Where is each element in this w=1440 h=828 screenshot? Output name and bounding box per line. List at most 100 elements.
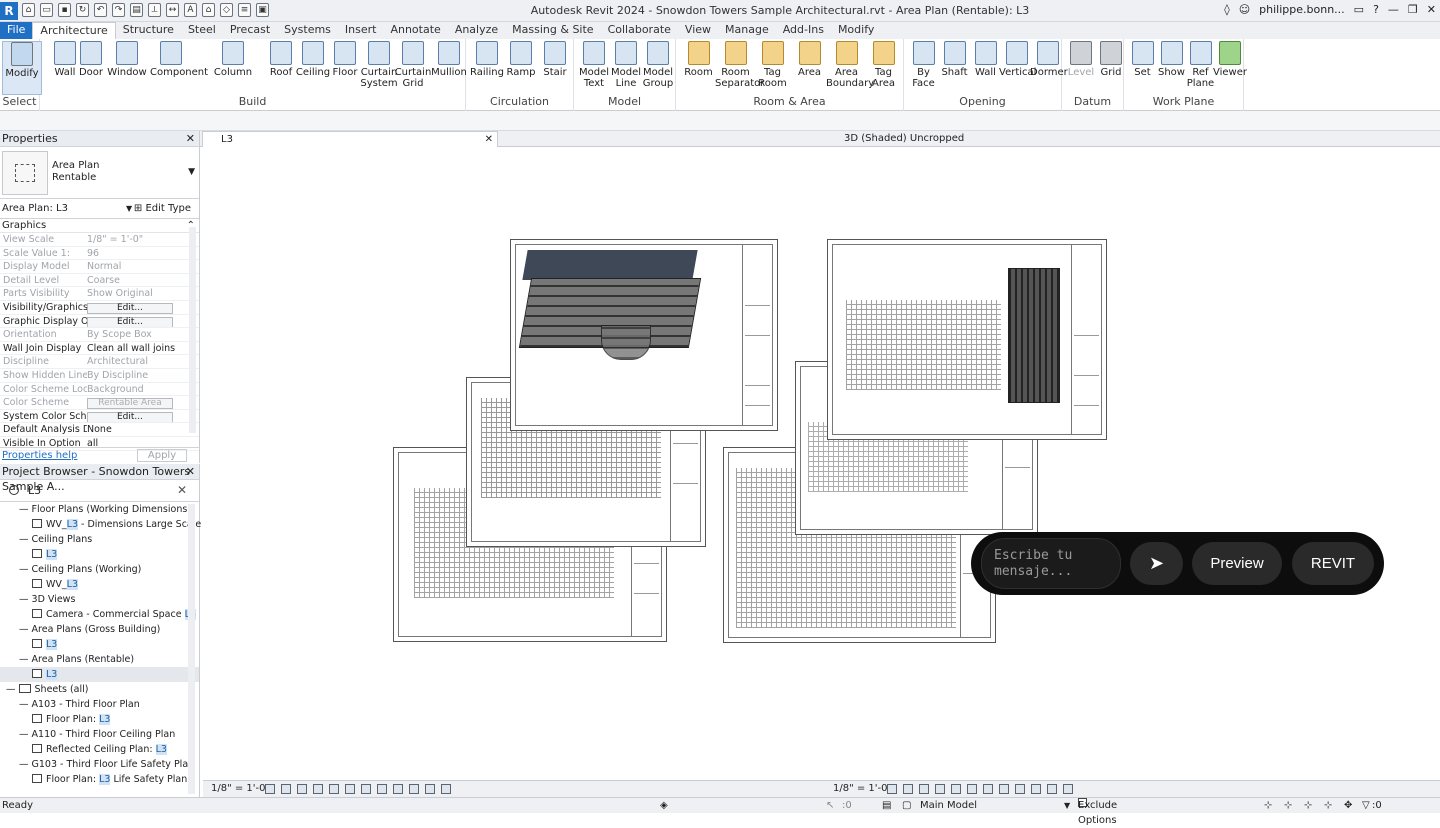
property-row[interactable]: Default Analysis Di...None [0,423,199,437]
sun-path-icon[interactable] [919,784,929,794]
open-icon[interactable]: ▭ [40,3,53,17]
chevron-down-icon[interactable]: ▼ [1064,798,1070,813]
restore-button[interactable]: ❐ [1408,3,1418,16]
tab-massing-site[interactable]: Massing & Site [505,22,600,39]
highlight-icon[interactable] [425,784,435,794]
preview-button[interactable]: Preview [1192,542,1282,585]
temporary-hide-icon[interactable] [999,784,1009,794]
type-selector[interactable]: Area Plan Rentable ▼ [0,147,199,199]
analysis-icon[interactable] [1031,784,1041,794]
tree-view-item[interactable]: Floor Plan: L3 Life Safety Plan [0,772,199,787]
browser-scrollbar[interactable] [188,504,195,794]
print-icon[interactable]: ▤ [130,3,143,17]
stair-button[interactable]: Stair [536,41,574,78]
tree-group[interactable]: — Area Plans (Rentable) [0,652,199,667]
tree-view-item[interactable]: L3 [0,667,199,682]
detail-level-icon[interactable] [265,784,275,794]
redo-icon[interactable]: ↷ [112,3,125,17]
panel-title[interactable]: Datum [1062,95,1123,108]
panel-title[interactable]: Model [574,95,675,108]
vertical-button[interactable]: Vertical [999,41,1036,78]
collapse-icon[interactable]: — [19,624,32,635]
instance-filter[interactable]: Area Plan: L3 ▼ ⊞ Edit Type [0,199,199,219]
tab-insert[interactable]: Insert [338,22,384,39]
link-select-icon[interactable]: ⊹ [1264,798,1272,813]
panel-title[interactable]: Circulation [466,95,573,108]
model-text-button[interactable]: Model Text [576,41,612,89]
view-scale-left[interactable]: 1/8" = 1'-0" [211,781,270,797]
window-button[interactable]: Window [106,41,148,78]
panel-title[interactable]: Build [40,95,465,108]
text-icon[interactable]: A [184,3,197,17]
tab-systems[interactable]: Systems [277,22,338,39]
tree-view-item[interactable]: WV_L3 - Dimensions Large Scale [0,517,201,532]
tree-view-item[interactable]: L3 [0,637,199,652]
tree-view-item[interactable]: Reflected Ceiling Plan: L3 [0,742,199,757]
collapse-icon[interactable]: — [19,729,32,740]
dimension-icon[interactable]: ↔ [166,3,179,17]
tag-room-button[interactable]: Tag Room [752,41,793,89]
property-row[interactable]: Visibility/Graphics ...Edit... [0,301,199,315]
reveal-hidden-icon[interactable] [1015,784,1025,794]
panel-title[interactable]: Select [0,95,39,108]
collapse-icon[interactable]: — [19,594,32,605]
shadows-icon[interactable] [313,784,323,794]
mullion-button[interactable]: Mullion [428,41,470,78]
section-icon[interactable]: ◇ [220,3,233,17]
sheet-floor-plan-l3[interactable] [827,239,1107,440]
home-icon[interactable]: ⌂ [22,3,35,17]
property-edit-button[interactable]: Edit... [87,302,173,314]
cart-icon[interactable]: ▭ [1354,3,1364,16]
railing-button[interactable]: Railing [468,41,506,78]
collapse-icon[interactable]: — [19,699,32,710]
tree-view-item[interactable]: Camera - Commercial Space L3 [0,607,199,622]
design-options-icon[interactable]: ▤ [882,798,891,813]
grid-button[interactable]: Grid [1094,41,1128,78]
component-button[interactable]: Component [150,41,208,78]
room-separator-button[interactable]: Room Separator [715,41,764,89]
tab-add-ins[interactable]: Add-Ins [776,22,831,39]
drag-elements-icon[interactable]: ✥ [1344,798,1352,813]
face-select-icon[interactable]: ⊹ [1324,798,1332,813]
property-row[interactable]: Graphic Display O...Edit... [0,315,199,329]
worksets-icon[interactable]: ◈ [660,798,668,813]
tree-view-item[interactable]: WV_L3 [0,577,199,592]
tree-group[interactable]: — Area Plans (Gross Building) [0,622,199,637]
switch-windows-icon[interactable]: ▣ [256,3,269,17]
analysis-icon[interactable] [409,784,419,794]
close-button[interactable]: ✕ [1427,3,1436,16]
model-group-button[interactable]: Model Group [640,41,676,89]
tab-annotate[interactable]: Annotate [383,22,447,39]
browser-search[interactable]: L3 ✕ [0,480,199,502]
tab-l3[interactable]: L3 ✕ [202,131,498,147]
tab-3d-shaded[interactable]: 3D (Shaded) Uncropped [826,131,1126,147]
collapse-icon[interactable]: — [6,684,19,695]
by-face-button[interactable]: By Face [906,41,941,89]
unlock-3d-icon[interactable] [361,784,371,794]
property-edit-button[interactable]: Edit... [87,316,173,328]
model-line-button[interactable]: Model Line [608,41,644,89]
properties-scrollbar[interactable] [189,227,196,433]
sheet-3d-view[interactable] [510,239,778,431]
wall-button[interactable]: Wall [968,41,1003,78]
group-graphics[interactable]: Graphics ⌃ [0,219,199,233]
view-scale-right[interactable]: 1/8" = 1'-0" [833,781,892,797]
close-icon[interactable]: ✕ [186,464,195,479]
save-icon[interactable]: ▪ [58,3,71,17]
tab-architecture[interactable]: Architecture [32,22,116,39]
revit-button[interactable]: REVIT [1292,542,1374,585]
main-model-select[interactable]: Main Model [920,798,977,813]
collapse-icon[interactable]: — [19,534,32,545]
shaft-button[interactable]: Shaft [937,41,972,78]
tree-group[interactable]: — Ceiling Plans (Working) [0,562,199,577]
tree-group[interactable]: — Sheets (all) [0,682,199,697]
collapse-icon[interactable]: — [19,504,32,515]
tag-area-button[interactable]: Tag Area [863,41,904,89]
user-icon[interactable]: ☺ [1239,3,1250,16]
area-button[interactable]: Area [789,41,830,78]
clear-search-icon[interactable]: ✕ [177,480,187,501]
constraints-icon[interactable] [1063,784,1073,794]
column-button[interactable]: Column [212,41,254,78]
design-options-box-icon[interactable]: ▢ [902,798,911,813]
drawing-canvas[interactable]: Escribe tu mensaje... ➤ Preview REVIT [203,147,1440,780]
